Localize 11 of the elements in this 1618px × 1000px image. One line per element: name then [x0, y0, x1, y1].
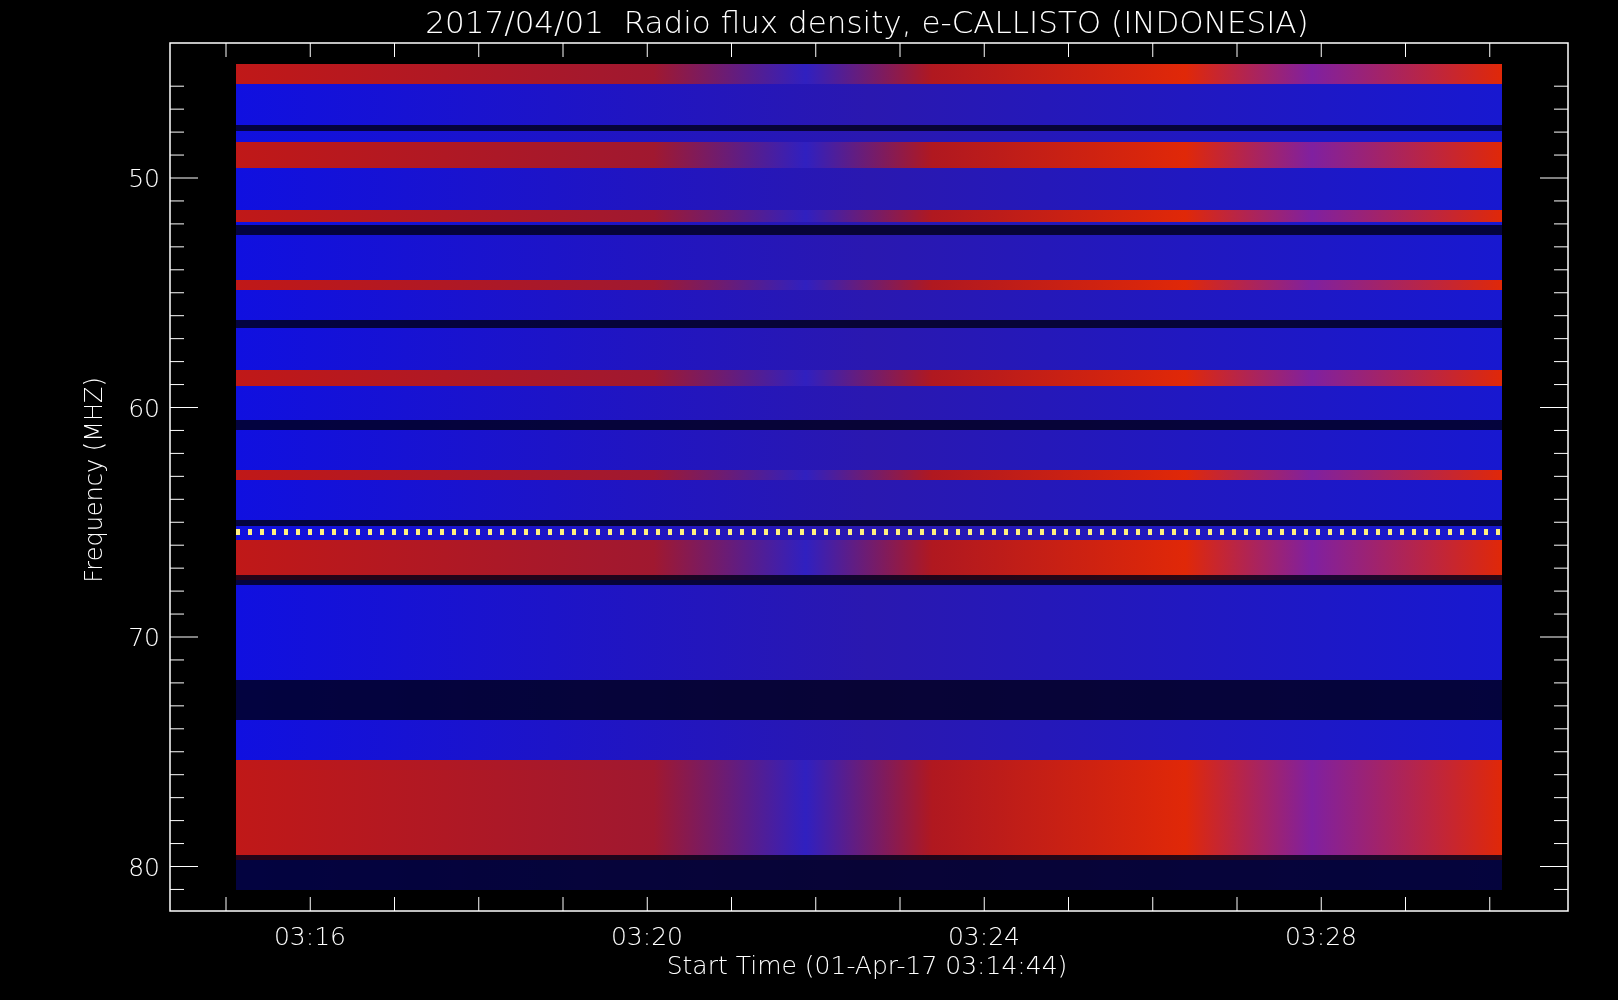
chart-title: 2017/04/01 Radio flux density, e-CALLISTO (INDONESIA): [425, 4, 1309, 40]
y-tick-label: 60: [128, 393, 160, 423]
x-tick-label: 03:16: [274, 922, 346, 951]
y-tick-label: 70: [128, 623, 160, 652]
y-tick-label: 50: [128, 164, 160, 193]
y-tick-label: 80: [128, 852, 160, 882]
x-tick-label: 03:20: [611, 922, 683, 951]
y-axis-label: Frequency (MHZ): [80, 377, 108, 583]
x-tick-label: 03:28: [1285, 922, 1357, 951]
x-tick-label: 03:24: [948, 922, 1020, 951]
x-axis-label: Start Time (01-Apr-17 03:14:44): [666, 951, 1068, 980]
